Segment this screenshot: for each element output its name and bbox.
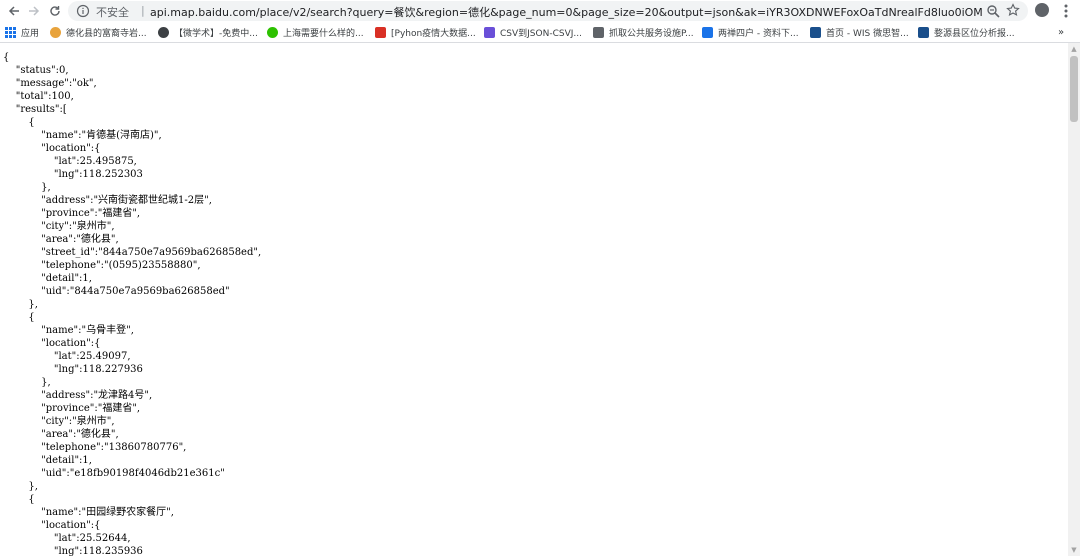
bookmarks-bar: 应用 德化县的富裔寺岩... 【微学术】-免费中... 上海需要什么样的... …	[0, 22, 1080, 43]
site-favicon-icon	[158, 26, 169, 38]
scroll-down-arrow-icon[interactable]: ▼	[1068, 545, 1080, 555]
menu-kebab-icon[interactable]	[1058, 2, 1074, 20]
bookmark-label: 婺源县区位分析报...	[934, 28, 1015, 39]
bookmark-label: 首页 - WIS 微思智...	[826, 28, 909, 39]
reload-button[interactable]	[45, 1, 65, 21]
back-arrow-icon	[8, 6, 19, 16]
bookmark-item[interactable]: CSV到JSON-CSVJ...	[484, 25, 582, 39]
bookmark-label: 应用	[21, 28, 40, 39]
bookmark-label: 上海需要什么样的...	[283, 28, 364, 39]
bookmark-star-icon[interactable]	[1006, 3, 1020, 17]
address-bar[interactable]: 不安全 | api.map.baidu.com/place/v2/search?…	[68, 1, 1028, 21]
bookmark-label: 德化县的富裔寺岩...	[66, 28, 147, 39]
site-favicon-icon	[810, 26, 821, 38]
url-text[interactable]: api.map.baidu.com/place/v2/search?query=…	[150, 4, 983, 20]
browser-toolbar: 不安全 | api.map.baidu.com/place/v2/search?…	[0, 0, 1080, 22]
bookmark-item[interactable]: [Pyhon疫情大数据...	[375, 25, 476, 39]
apps-grid-icon	[5, 26, 16, 38]
bookmark-apps[interactable]: 应用	[5, 25, 39, 39]
site-favicon-icon	[918, 26, 929, 38]
back-button[interactable]	[4, 1, 24, 21]
info-icon[interactable]	[76, 4, 90, 18]
bookmark-item[interactable]: 两禅四户 - 资料下...	[702, 25, 799, 39]
json-viewer: { "status":0, "message":"ok", "total":10…	[0, 43, 1068, 556]
bookmark-item[interactable]: 婺源县区位分析报...	[918, 25, 1015, 39]
more-bookmarks-button[interactable]: »	[1058, 25, 1064, 39]
reload-icon	[50, 6, 60, 16]
zoom-icon[interactable]	[986, 4, 1000, 18]
bookmark-item[interactable]: 【微学术】-免费中...	[158, 25, 258, 39]
scroll-up-arrow-icon[interactable]: ▲	[1068, 44, 1080, 54]
bookmark-item[interactable]: 抓取公共服务设施P...	[593, 25, 694, 39]
wechat-icon	[267, 26, 278, 38]
csdn-icon	[375, 26, 386, 38]
bookmark-label: 【微学术】-免费中...	[174, 28, 258, 39]
bookmark-label: CSV到JSON-CSVJ...	[500, 28, 582, 39]
scrollbar-thumb[interactable]	[1070, 56, 1078, 122]
bookmark-item[interactable]: 首页 - WIS 微思智...	[810, 25, 909, 39]
bookmark-label: [Pyhon疫情大数据...	[391, 28, 476, 39]
arrow-icon	[484, 26, 495, 38]
code-icon	[702, 26, 713, 38]
separator: |	[141, 4, 145, 17]
site-favicon-icon	[593, 26, 604, 38]
forward-arrow-icon	[29, 6, 40, 16]
insecure-label: 不安全	[96, 6, 129, 19]
forward-button[interactable]	[24, 1, 44, 21]
bookmark-item[interactable]: 德化县的富裔寺岩...	[50, 25, 147, 39]
bookmark-item[interactable]: 上海需要什么样的...	[267, 25, 364, 39]
profile-avatar-icon[interactable]	[1035, 3, 1049, 17]
bookmark-label: 两禅四户 - 资料下...	[718, 28, 799, 39]
json-text: { "status":0, "message":"ok", "total":10…	[3, 52, 262, 556]
bookmark-label: 抓取公共服务设施P...	[609, 28, 694, 39]
site-favicon-icon	[50, 26, 61, 38]
